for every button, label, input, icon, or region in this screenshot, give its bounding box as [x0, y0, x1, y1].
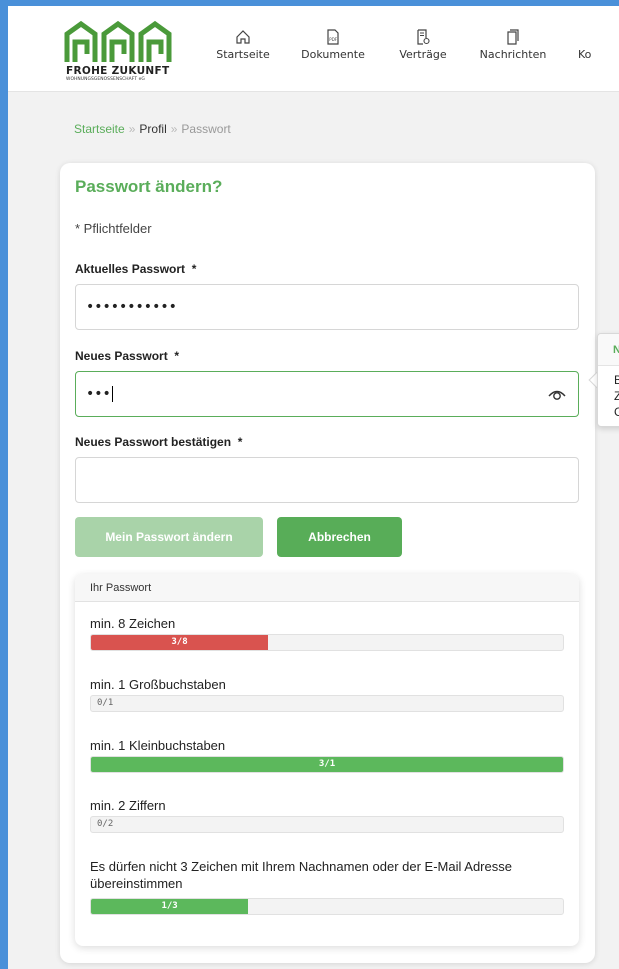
nav-item-nachrichten[interactable]: Nachrichten: [468, 29, 558, 61]
password-requirements-panel: Ihr Passwort min. 8 Zeichen 3/8 min. 1 G…: [75, 574, 579, 946]
tooltip-body: Bi Ze Gr: [598, 366, 619, 420]
password-panel-title: Ihr Passwort: [75, 574, 579, 602]
rule-label: min. 8 Zeichen: [90, 616, 176, 631]
breadcrumb-profile-link[interactable]: Profil: [139, 122, 166, 136]
new-password-label: Neues Passwort *: [75, 349, 179, 363]
rule-label: min. 1 Großbuchstaben: [90, 677, 226, 692]
breadcrumb-current: Passwort: [181, 122, 231, 136]
change-password-button[interactable]: Mein Passwort ändern: [75, 517, 263, 557]
confirm-password-field[interactable]: [75, 457, 579, 503]
messages-icon: [507, 29, 519, 45]
rule-progress-bar: 3/1: [90, 756, 564, 773]
required-marker: *: [191, 262, 197, 276]
current-password-label-text: Aktuelles Passwort: [75, 262, 186, 276]
pdf-document-icon: PDF: [327, 29, 339, 45]
breadcrumb: Startseite» Profil» Passwort: [74, 122, 231, 136]
current-password-label: Aktuelles Passwort *: [75, 262, 196, 276]
current-password-field[interactable]: •••••••••••: [75, 284, 579, 330]
confirm-password-label: Neues Passwort bestätigen *: [75, 435, 242, 449]
new-password-field[interactable]: •••: [75, 371, 579, 417]
rule-progress-text: 3/8: [171, 637, 188, 647]
top-navigation-bar: FROHE ZUKUNFT WOHNUNGSGENOSSENSCHAFT eG …: [8, 6, 619, 92]
show-password-eye-icon[interactable]: [548, 386, 566, 402]
contract-icon: [417, 29, 430, 45]
tooltip-line: Gr: [614, 404, 619, 420]
logo[interactable]: FROHE ZUKUNFT WOHNUNGSGENOSSENSCHAFT eG: [61, 20, 181, 84]
rule-progress-bar: 1/3: [90, 898, 564, 915]
nav-item-startseite[interactable]: Startseite: [198, 29, 288, 61]
rule-label: min. 2 Ziffern: [90, 798, 166, 813]
rule-progress-text: 3/1: [318, 759, 336, 769]
nav-item-vertraege[interactable]: Verträge: [378, 29, 468, 61]
nav-item-kontakt[interactable]: Ko: [578, 29, 618, 61]
rule-progress-bar: 0/2: [90, 816, 564, 833]
required-fields-note: * Pflichtfelder: [75, 221, 152, 236]
logo-subtext: WOHNUNGSGENOSSENSCHAFT eG: [66, 77, 145, 82]
house-icon: [236, 30, 250, 44]
breadcrumb-home-link[interactable]: Startseite: [74, 122, 125, 136]
tooltip-title: Ne: [598, 334, 619, 366]
rule-progress-text: 0/2: [97, 819, 114, 829]
nav-label: Ko: [578, 48, 592, 61]
tooltip-line: Bi: [614, 372, 619, 388]
breadcrumb-separator: »: [170, 122, 178, 136]
tooltip-line: Ze: [614, 388, 619, 404]
browser-viewport: FROHE ZUKUNFT WOHNUNGSGENOSSENSCHAFT eG …: [8, 6, 619, 969]
password-hint-tooltip: Ne Bi Ze Gr: [597, 333, 619, 427]
new-password-label-text: Neues Passwort: [75, 349, 168, 363]
rule-progress-text: 1/3: [161, 901, 178, 911]
nav-label: Nachrichten: [479, 48, 547, 61]
rule-label: min. 1 Kleinbuchstaben: [90, 738, 226, 753]
rule-progress-bar: 3/8: [90, 634, 564, 651]
current-password-value: •••••••••••: [86, 299, 177, 315]
new-password-value: •••: [86, 386, 111, 402]
page-title: Passwort ändern?: [75, 177, 223, 196]
rule-progress-bar: 0/1: [90, 695, 564, 712]
nav-label: Dokumente: [301, 48, 365, 61]
confirm-password-label-text: Neues Passwort bestätigen: [75, 435, 232, 449]
logo-houses-icon: [64, 20, 172, 62]
text-caret: [111, 386, 113, 402]
rule-label: Es dürfen nicht 3 Zeichen mit Ihrem Nach…: [90, 859, 512, 891]
required-marker: *: [237, 435, 243, 449]
change-password-card: Passwort ändern? * Pflichtfelder Aktuell…: [60, 163, 595, 963]
required-marker: *: [174, 349, 180, 363]
nav-item-dokumente[interactable]: PDF Dokumente: [288, 29, 378, 61]
nav-label: Startseite: [216, 48, 270, 61]
logo-text: FROHE ZUKUNFT: [66, 65, 170, 77]
breadcrumb-separator: »: [128, 122, 136, 136]
nav-label: Verträge: [399, 48, 447, 61]
rule-progress-text: 0/1: [97, 698, 114, 708]
svg-text:PDF: PDF: [329, 37, 337, 42]
cancel-button[interactable]: Abbrechen: [277, 517, 402, 557]
